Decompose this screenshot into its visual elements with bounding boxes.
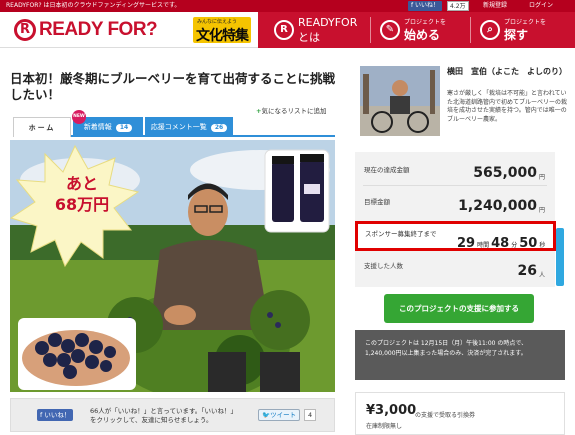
supporters-value: 26 — [517, 263, 537, 279]
pencil-icon: ✎ — [380, 20, 400, 40]
signup-link[interactable]: 新規登録 — [483, 0, 507, 12]
login-link[interactable]: ログイン — [529, 0, 553, 12]
like-count-text: 66人が「いいね！」と言っています。「いいね！」をクリックして、友達に知らせまし… — [90, 407, 238, 424]
facebook-like-button[interactable]: f いいね！ — [408, 1, 443, 11]
facebook-like-button-main[interactable]: f いいね！ — [37, 409, 74, 421]
reward-item[interactable]: ¥3,000 の支援で受取る引換券 在庫制限無し — [355, 392, 565, 435]
tweet-count: 4 — [304, 409, 317, 421]
remaining-amount-burst: あと 68万円 — [54, 174, 110, 214]
tab-comments[interactable]: 応援コメント一覧 26 — [145, 117, 233, 137]
culture-feature-banner[interactable]: みんなに伝えよう 文化特集 — [193, 17, 251, 44]
logo-text: READY FOR? — [39, 19, 158, 40]
social-bar: f いいね！ 66人が「いいね！」と言っています。「いいね！」をクリックして、友… — [10, 398, 335, 432]
deadline-label: スポンサー募集終了まで — [365, 230, 437, 238]
nav-find-project[interactable]: ⌕ プロジェクトを 探す — [480, 12, 546, 48]
top-bar: READYFOR? は日本初のクラウドファンディングサービスです。 f いいね！… — [0, 0, 575, 12]
reward-stock: 在庫制限無し — [366, 423, 403, 430]
readyfor-r-icon: R — [274, 20, 294, 40]
tab-home[interactable]: ホーム — [13, 117, 71, 137]
scroll-indicator[interactable] — [556, 228, 564, 286]
logo-r-icon: R — [14, 19, 36, 41]
readyfor-logo[interactable]: R READY FOR? — [14, 18, 158, 42]
owner-avatar[interactable] — [360, 66, 440, 136]
owner-photo-image — [360, 66, 440, 136]
countdown-timer: スポンサー募集終了まで 29 時間 48 分 50 秒 — [355, 221, 556, 251]
support-project-button[interactable]: このプロジェクトの支援に参加する — [384, 294, 534, 323]
owner-name[interactable]: 横田 宣伯（よこた よしのり） — [447, 67, 567, 77]
site-tagline: READYFOR? は日本初のクラウドファンディングサービスです。 — [6, 2, 181, 9]
nav-about[interactable]: R READYFOR とは — [274, 12, 357, 48]
comments-count-badge: 26 — [210, 124, 228, 132]
target-amount-label: 目標金額 — [364, 198, 390, 206]
current-amount-value: 565,000 — [473, 165, 537, 181]
main-nav: R READYFOR とは ✎ プロジェクトを 始める ⌕ プロジェクトを 探す — [258, 12, 575, 48]
add-to-favorites-link[interactable]: +気になるリストに追加 — [256, 105, 326, 115]
facebook-like-count: 4.2万 — [447, 1, 469, 11]
news-count-badge: 14 — [115, 124, 133, 132]
project-tabs: ホーム 新着情報 14 応援コメント一覧 26 — [13, 117, 335, 137]
current-amount-label: 現在の達成金額 — [364, 166, 410, 174]
search-icon: ⌕ — [480, 20, 500, 40]
twitter-icon: 🐦 — [262, 411, 271, 419]
tweet-button[interactable]: 🐦ツイート — [258, 409, 301, 421]
supporters-label: 支援した人数 — [364, 262, 403, 270]
project-title: 日本初！厳冬期にブルーベリーを育て出荷することに挑戦したい！ — [10, 71, 336, 102]
funding-stats-panel: 現在の達成金額 565,000 円 目標金額 1,240,000 円 支援した人… — [355, 152, 555, 287]
payment-notice: このプロジェクトは 12月15日（月）午後11:00 の時点で、1,240,00… — [355, 330, 565, 380]
nav-start-project[interactable]: ✎ プロジェクトを 始める — [380, 12, 446, 48]
reward-price: ¥3,000 — [366, 403, 417, 418]
reward-description: の支援で受取る引換券 — [415, 412, 476, 419]
new-badge: NEW — [72, 110, 86, 124]
site-header: R READY FOR? みんなに伝えよう 文化特集 R READYFOR とは … — [0, 12, 575, 48]
owner-description: 寒さが厳しく「栽培は不可能」と言われていた北海道釧路管内で初めてブルーベリーの栽… — [447, 90, 568, 123]
countdown-value: 29 時間 48 分 50 秒 — [457, 236, 546, 251]
target-amount-value: 1,240,000 — [458, 198, 537, 214]
